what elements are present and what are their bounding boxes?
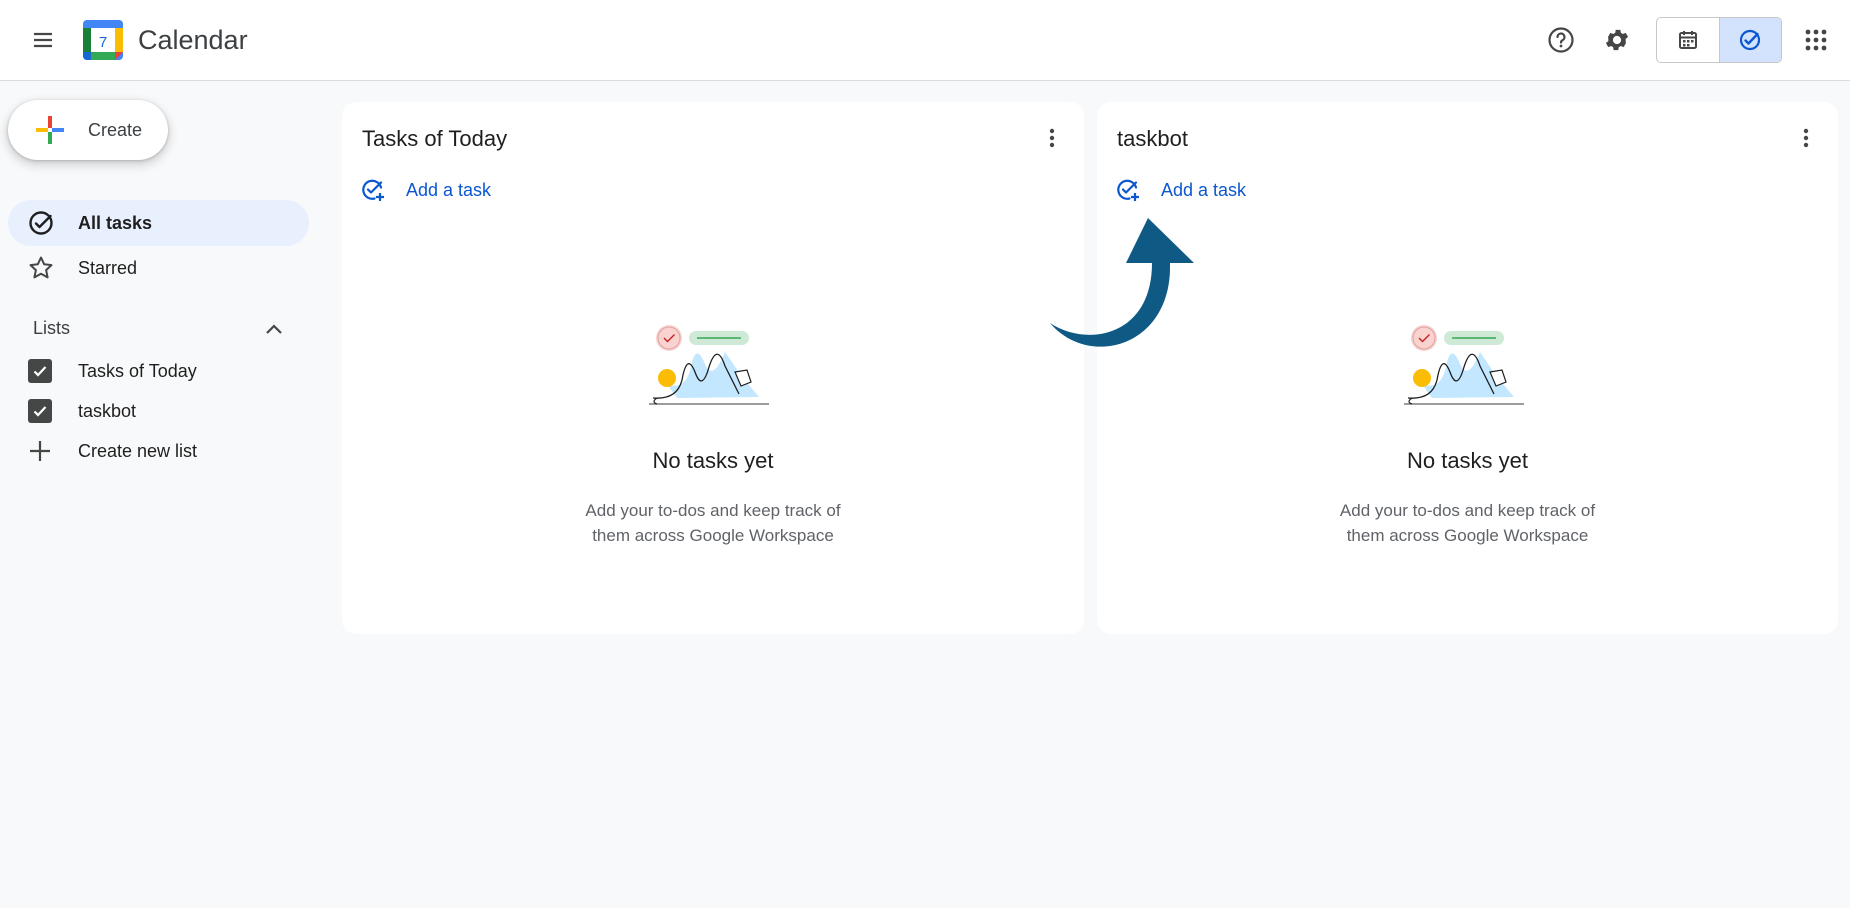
list-item-taskbot[interactable]: taskbot (28, 395, 136, 427)
create-new-list-label: Create new list (78, 440, 198, 461)
empty-state-title: No tasks yet (1406, 448, 1529, 473)
nav-starred[interactable]: Starred (8, 245, 309, 291)
help-icon (1548, 27, 1574, 53)
add-task-button[interactable]: Add a task (1115, 174, 1246, 206)
more-vert-icon (1049, 128, 1055, 148)
main-menu-button[interactable] (20, 17, 66, 63)
app-title: Calendar (138, 25, 248, 55)
task-list-card: Tasks of Today Add a task No tasks yet A… (342, 102, 1084, 634)
empty-tasks-illustration (1404, 325, 1524, 405)
list-checkbox[interactable] (28, 359, 52, 383)
view-switcher (1656, 17, 1782, 63)
tasks-check-icon (1740, 29, 1761, 51)
add-task-label: Add a task (406, 179, 492, 200)
calendar-logo-icon: 7 (83, 20, 123, 60)
list-checkbox[interactable] (28, 399, 52, 423)
nav-starred-label: Starred (78, 257, 138, 278)
add-task-label: Add a task (1161, 179, 1247, 200)
annotation-arrow-icon (1050, 218, 1194, 347)
create-button[interactable]: Create (8, 100, 168, 160)
settings-button[interactable] (1594, 17, 1640, 63)
apps-button[interactable] (1793, 17, 1839, 63)
list-item-label: Tasks of Today (78, 360, 197, 381)
gear-icon (1605, 29, 1629, 51)
empty-state-line: Add your to-dos and keep track of (1339, 501, 1596, 520)
checkmark-icon (33, 406, 47, 417)
help-button[interactable] (1538, 17, 1584, 63)
calendar-logo[interactable]: 7 (83, 20, 123, 60)
top-app-bar: 7 Calendar (0, 0, 1850, 81)
list-item-tasks-of-today[interactable]: Tasks of Today (28, 355, 197, 387)
tasks-view-toggle[interactable] (1718, 18, 1781, 62)
check-circle-icon (28, 210, 54, 236)
task-list-card: taskbot Add a task No tasks yet Add your… (1097, 102, 1838, 634)
empty-state-subtitle: Add your to-dos and keep track of them a… (1097, 498, 1838, 548)
more-vert-icon (1803, 128, 1809, 148)
nav-all-tasks-label: All tasks (78, 212, 153, 233)
list-options-button[interactable] (1034, 120, 1070, 156)
plus-icon (28, 439, 52, 463)
calendar-icon (1678, 31, 1697, 49)
plus-multicolor-icon (36, 116, 64, 144)
list-options-button[interactable] (1788, 120, 1824, 156)
empty-state-subtitle: Add your to-dos and keep track of them a… (342, 498, 1084, 548)
empty-state-title: No tasks yet (652, 448, 774, 473)
add-task-button[interactable]: Add a task (360, 174, 491, 206)
lists-collapse-button[interactable] (256, 312, 292, 348)
card-title: taskbot (1117, 126, 1188, 151)
empty-state-line: them across Google Workspace (592, 526, 834, 545)
empty-tasks-illustration (649, 325, 769, 405)
calendar-view-toggle[interactable] (1657, 18, 1719, 62)
star-icon (28, 255, 54, 281)
list-item-label: taskbot (78, 400, 137, 421)
nav-all-tasks[interactable]: All tasks (8, 200, 309, 246)
card-title: Tasks of Today (362, 126, 508, 151)
checkmark-icon (33, 366, 47, 377)
add-task-icon (360, 177, 386, 203)
create-new-list-button[interactable]: Create new list (28, 435, 197, 467)
add-task-icon (1115, 177, 1141, 203)
chevron-up-icon (266, 324, 282, 334)
empty-state-line: Add your to-dos and keep track of (585, 501, 841, 520)
menu-icon (34, 32, 52, 48)
svg-text:7: 7 (99, 34, 107, 51)
create-label: Create (88, 120, 143, 140)
lists-heading: Lists (33, 318, 71, 338)
apps-grid-icon (1805, 29, 1827, 51)
empty-state-line: them across Google Workspace (1346, 526, 1589, 545)
